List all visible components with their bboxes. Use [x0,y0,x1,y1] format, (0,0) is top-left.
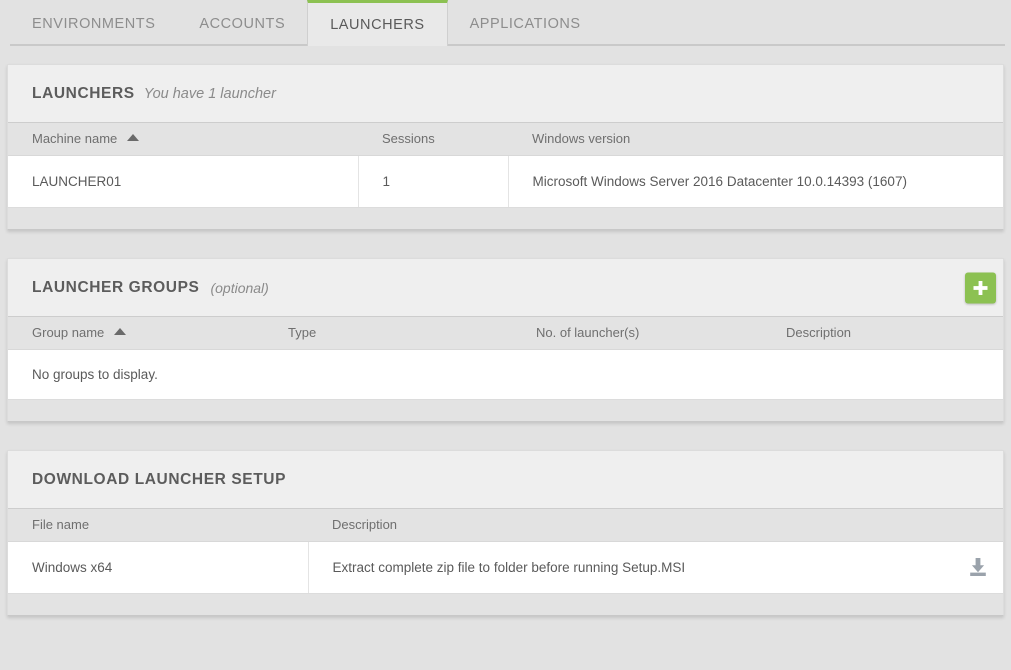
column-header-windows-version[interactable]: Windows version [508,123,1003,156]
launchers-panel: LAUNCHERS You have 1 launcher Machine na… [7,64,1004,230]
column-label: Windows version [532,131,631,147]
tab-label: ACCOUNTS [199,16,286,32]
column-header-group-name[interactable]: Group name [8,317,281,350]
column-label: Group name [32,325,105,341]
launcher-groups-panel-subtitle: (optional) [210,279,269,296]
launchers-panel-footer [8,207,1003,229]
cell-machine-name: LAUNCHER01 [8,155,359,207]
description-text: Extract complete zip file to folder befo… [332,559,686,575]
launchers-panel-subtitle: You have 1 launcher [143,85,276,102]
cell-windows-version: Microsoft Windows Server 2016 Datacenter… [508,155,1003,207]
page-content: LAUNCHERS You have 1 launcher Machine na… [0,46,1011,670]
column-header-machine-name[interactable]: Machine name [8,123,358,156]
cell-sessions: 1 [358,155,509,207]
tab-label: LAUNCHERS [330,16,425,33]
column-header-no-of-launchers[interactable]: No. of launcher(s) [531,317,781,350]
column-header-description[interactable]: Description [781,317,1003,350]
table-row[interactable]: Windows x64 Extract complete zip file to… [8,541,1003,593]
cell-description: Extract complete zip file to folder befo… [308,541,1003,593]
launcher-groups-panel-title: LAUNCHER GROUPS [32,278,200,296]
cell-file-name: Windows x64 [8,541,309,593]
tab-accounts[interactable]: ACCOUNTS [177,2,307,46]
sort-ascending-icon[interactable] [127,134,140,142]
column-label: Description [786,325,852,341]
tab-environments[interactable]: ENVIRONMENTS [10,2,177,46]
launcher-groups-panel-header: LAUNCHER GROUPS (optional) [8,259,1003,317]
tab-label: ENVIRONMENTS [32,16,156,32]
plus-icon [972,279,989,296]
tab-label: APPLICATIONS [469,16,581,32]
tab-applications[interactable]: APPLICATIONS [448,2,603,46]
sort-ascending-icon[interactable] [114,328,127,336]
column-label: File name [32,517,90,533]
add-launcher-group-button[interactable] [965,272,996,303]
launchers-table: Machine name Sessions Windows version LA… [8,123,1003,207]
download-panel-header: DOWNLOAD LAUNCHER SETUP [8,451,1003,509]
launcher-groups-panel: LAUNCHER GROUPS (optional) Group name Ty… [7,258,1004,422]
tab-launchers[interactable]: LAUNCHERS [307,0,448,46]
table-header-row: File name Description [8,509,1003,542]
column-label: Machine name [32,131,118,147]
empty-state-row: No groups to display. [8,349,1003,399]
column-header-description: Description [308,509,1003,542]
table-header-row: Machine name Sessions Windows version [8,123,1003,156]
column-label: Description [332,517,398,533]
download-panel-title: DOWNLOAD LAUNCHER SETUP [32,470,287,488]
column-header-type[interactable]: Type [281,317,531,350]
column-header-file-name: File name [8,509,308,542]
empty-state-message: No groups to display. [8,349,1003,399]
column-label: Sessions [382,131,435,147]
table-header-row: Group name Type No. of launcher(s) Descr… [8,317,1003,350]
download-icon[interactable] [967,556,989,578]
download-table: File name Description Windows x64 Extrac… [8,509,1003,593]
table-row[interactable]: LAUNCHER01 1 Microsoft Windows Server 20… [8,155,1003,207]
download-launcher-setup-panel: DOWNLOAD LAUNCHER SETUP File name Descri… [7,450,1004,616]
column-label: No. of launcher(s) [536,325,640,341]
launcher-groups-table: Group name Type No. of launcher(s) Descr… [8,317,1003,399]
column-header-sessions[interactable]: Sessions [358,123,508,156]
column-label: Type [288,325,317,341]
launcher-groups-panel-footer [8,399,1003,421]
launchers-panel-title: LAUNCHERS [32,84,135,102]
download-panel-footer [8,593,1003,615]
main-tab-bar: ENVIRONMENTS ACCOUNTS LAUNCHERS APPLICAT… [0,0,1011,46]
launchers-panel-header: LAUNCHERS You have 1 launcher [8,65,1003,123]
